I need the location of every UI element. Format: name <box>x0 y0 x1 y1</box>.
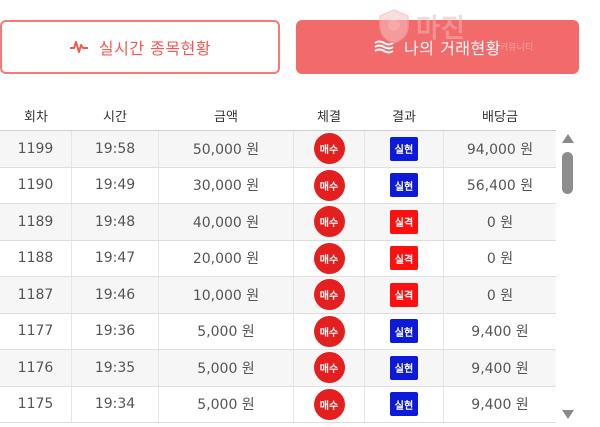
cell-result: 실현 <box>364 386 444 422</box>
cell-round: 1176 <box>0 350 72 386</box>
cell-amount: 5,000 원 <box>158 386 294 422</box>
header-trade: 체결 <box>317 109 341 125</box>
scroll-thumb[interactable] <box>562 152 573 194</box>
cell-round: 1188 <box>0 240 72 276</box>
cell-result: 실현 <box>364 313 444 349</box>
cell-payout: 9,400 원 <box>444 313 556 349</box>
cell-time: 19:48 <box>72 204 158 240</box>
cell-amount: 5,000 원 <box>158 350 294 386</box>
result-badge: 실격 <box>390 209 418 234</box>
cell-round: 1199 <box>0 131 72 167</box>
scrollbar[interactable] <box>559 130 577 427</box>
buy-badge: 매수 <box>313 279 345 311</box>
header-time: 시간 <box>103 109 127 125</box>
cell-round: 1187 <box>0 277 72 313</box>
cell-payout: 94,000 원 <box>444 131 556 167</box>
cell-trade: 매수 <box>294 350 364 386</box>
table-row: 1175 19:34 5,000 원 매수 실현 9,400 원 <box>0 386 556 423</box>
buy-badge: 매수 <box>313 133 345 165</box>
cell-trade: 매수 <box>294 131 364 167</box>
cell-trade: 매수 <box>294 277 364 313</box>
table-row: 1190 19:49 30,000 원 매수 실현 56,400 원 <box>0 167 556 204</box>
result-badge: 실현 <box>390 392 418 417</box>
table-row: 1176 19:35 5,000 원 매수 실현 9,400 원 <box>0 350 556 387</box>
result-badge: 실격 <box>390 246 418 271</box>
cell-result: 실현 <box>364 131 444 167</box>
table-row: 1199 19:58 50,000 원 매수 실현 94,000 원 <box>0 131 556 168</box>
cell-amount: 40,000 원 <box>158 204 294 240</box>
cell-payout: 0 원 <box>444 240 556 276</box>
waves-icon <box>374 40 394 54</box>
cell-result: 실현 <box>364 167 444 203</box>
cell-trade: 매수 <box>294 168 364 204</box>
header-round: 회차 <box>24 109 48 125</box>
cell-payout: 9,400 원 <box>444 386 556 422</box>
buy-badge: 매수 <box>313 242 345 274</box>
cell-result: 실격 <box>364 204 444 240</box>
result-badge: 실현 <box>390 355 418 380</box>
cell-amount: 20,000 원 <box>158 240 294 276</box>
cell-trade: 매수 <box>294 204 364 240</box>
cell-amount: 30,000 원 <box>158 167 294 203</box>
scroll-down-arrow-icon[interactable] <box>562 410 574 419</box>
tab-my-trades-label: 나의 거래현황 <box>404 39 501 58</box>
table-row: 1189 19:48 40,000 원 매수 실격 0 원 <box>0 204 556 241</box>
result-badge: 실격 <box>390 282 418 307</box>
table-header: 회차 시간 금액 체결 결과 배당금 <box>0 100 556 130</box>
header-result: 결과 <box>392 109 416 125</box>
table-row: 1188 19:47 20,000 원 매수 실격 0 원 <box>0 240 556 277</box>
table-row: 1187 19:46 10,000 원 매수 실격 0 원 <box>0 277 556 314</box>
header-amount: 금액 <box>214 109 238 125</box>
header-payout: 배당금 <box>482 109 518 125</box>
pulse-icon <box>69 39 89 55</box>
cell-time: 19:46 <box>72 277 158 313</box>
cell-result: 실현 <box>364 350 444 386</box>
cell-trade: 매수 <box>294 314 364 350</box>
cell-trade: 매수 <box>294 387 364 423</box>
buy-badge: 매수 <box>313 315 345 347</box>
tab-live-status-label: 실시간 종목현황 <box>98 39 212 58</box>
table-row: 1177 19:36 5,000 원 매수 실현 9,400 원 <box>0 313 556 350</box>
cell-time: 19:35 <box>72 350 158 386</box>
trade-table-body: 1199 19:58 50,000 원 매수 실현 94,000 원 1190 19:49 30… <box>0 130 556 427</box>
tab-my-trades[interactable]: 나의 거래현황 <box>296 20 579 74</box>
cell-result: 실격 <box>364 240 444 276</box>
result-badge: 실현 <box>390 319 418 344</box>
cell-payout: 0 원 <box>444 277 556 313</box>
scroll-up-arrow-icon[interactable] <box>562 134 574 143</box>
cell-payout: 9,400 원 <box>444 350 556 386</box>
cell-time: 19:49 <box>72 167 158 203</box>
tab-live-status[interactable]: 실시간 종목현황 <box>0 20 280 74</box>
buy-badge: 매수 <box>313 352 345 384</box>
cell-amount: 10,000 원 <box>158 277 294 313</box>
cell-payout: 56,400 원 <box>444 167 556 203</box>
cell-round: 1177 <box>0 313 72 349</box>
buy-badge: 매수 <box>313 388 345 420</box>
result-badge: 실현 <box>390 173 418 198</box>
cell-round: 1189 <box>0 204 72 240</box>
result-badge: 실현 <box>390 136 418 161</box>
cell-round: 1175 <box>0 386 72 422</box>
cell-result: 실격 <box>364 277 444 313</box>
cell-time: 19:47 <box>72 240 158 276</box>
cell-round: 1190 <box>0 167 72 203</box>
cell-time: 19:36 <box>72 313 158 349</box>
cell-amount: 5,000 원 <box>158 313 294 349</box>
cell-time: 19:58 <box>72 131 158 167</box>
cell-payout: 0 원 <box>444 204 556 240</box>
buy-badge: 매수 <box>313 169 345 201</box>
tab-bar: 실시간 종목현황 나의 거래현황 마진 커뮤니티 <box>0 0 600 95</box>
cell-amount: 50,000 원 <box>158 131 294 167</box>
cell-time: 19:34 <box>72 386 158 422</box>
cell-trade: 매수 <box>294 241 364 277</box>
buy-badge: 매수 <box>313 206 345 238</box>
